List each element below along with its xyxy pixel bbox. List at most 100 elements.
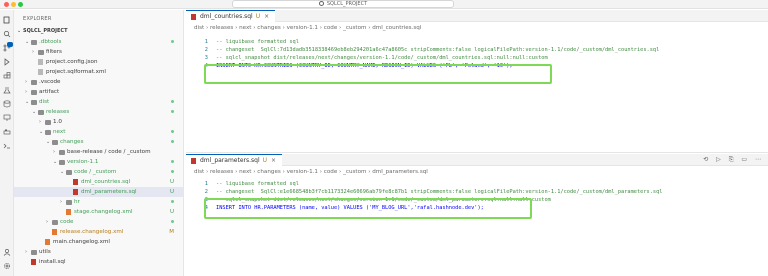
tree-item[interactable]: ⌄ changes: [14, 137, 183, 147]
project-name: SQLCL_PROJECT: [23, 28, 68, 34]
code-text: -- sqlcl_snapshot dist/releases/next/cha…: [216, 55, 548, 61]
tree-item-label: project.config.json: [46, 59, 98, 65]
folder-icon: [45, 130, 51, 135]
account-icon[interactable]: [3, 248, 11, 256]
tree-item[interactable]: release.changelog.xml M: [14, 227, 183, 237]
tree-item[interactable]: › filters: [14, 47, 183, 57]
chevron-down-icon[interactable]: ⌄: [25, 97, 29, 107]
code-line[interactable]: 1 -- liquibase formatted sql: [186, 38, 768, 46]
tree-item-label: utils: [39, 249, 51, 255]
tree-item[interactable]: dml_parameters.sql U: [14, 187, 183, 197]
tree-item[interactable]: dml_countries.sql U: [14, 177, 183, 187]
explorer-sidebar: EXPLORER ⌄ SQLCL_PROJECT ⌄ .dbtools › filte…: [14, 10, 184, 276]
docker-icon[interactable]: [3, 128, 11, 136]
search-icon[interactable]: [3, 30, 11, 38]
code-line[interactable]: 2 -- changeset SqlCl:e1e668548b3f7cb11733…: [186, 188, 768, 196]
window-title: SQLCL_PROJECT: [326, 1, 368, 7]
breadcrumb[interactable]: dist › releases › next › changes › versi…: [194, 169, 428, 175]
tree-item-label: hr: [74, 199, 80, 205]
search-icon: [318, 1, 324, 6]
git-status-badge: M: [169, 229, 174, 235]
tree-item[interactable]: › utils: [14, 247, 183, 257]
test-icon[interactable]: [3, 86, 11, 94]
close-icon[interactable]: ×: [264, 13, 269, 20]
tab-label: dml_parameters.sql: [200, 157, 260, 164]
settings-icon[interactable]: [3, 262, 11, 270]
folder-icon: [31, 100, 37, 105]
git-status-badge: [171, 127, 174, 137]
chevron-down-icon[interactable]: ⌄: [46, 137, 50, 147]
git-status-badge: U: [169, 179, 174, 185]
tree-item[interactable]: install.sql: [14, 257, 183, 267]
git-status-badge: [171, 97, 174, 107]
highlight-box: [204, 198, 532, 219]
close-icon[interactable]: ×: [271, 157, 276, 164]
tree-item[interactable]: project.config.json: [14, 57, 183, 67]
chevron-right-icon[interactable]: ›: [25, 77, 27, 87]
git-status-dot-icon: [171, 170, 174, 173]
tab-dml-countries[interactable]: dml_countries.sql U ×: [186, 10, 276, 22]
maximize-window-icon[interactable]: [18, 2, 23, 7]
tree-item[interactable]: › .vscode: [14, 77, 183, 87]
tree-item[interactable]: › 1.0: [14, 117, 183, 127]
remote-explorer-icon[interactable]: [3, 114, 11, 122]
tree-item[interactable]: project.sqlformat.xml: [14, 67, 183, 77]
minimize-window-icon[interactable]: [11, 2, 16, 7]
code-line[interactable]: 1 -- liquibase formatted sql: [186, 180, 768, 188]
line-number: 3: [204, 55, 208, 61]
tree-item[interactable]: ⌄ dist: [14, 97, 183, 107]
chevron-down-icon[interactable]: ⌄: [53, 157, 57, 167]
tree-item[interactable]: › hr: [14, 197, 183, 207]
chevron-right-icon[interactable]: ›: [32, 47, 34, 57]
project-root[interactable]: ⌄ SQLCL_PROJECT: [14, 27, 183, 35]
chevron-right-icon[interactable]: ›: [39, 117, 41, 127]
folder-icon: [52, 220, 58, 225]
terminal-icon[interactable]: [3, 142, 11, 150]
tree-item-label: 1.0: [53, 119, 62, 125]
tree-item[interactable]: › code: [14, 217, 183, 227]
files-icon[interactable]: [3, 16, 11, 24]
database-icon[interactable]: [3, 100, 11, 108]
tree-item-label: install.sql: [39, 259, 66, 265]
tree-item[interactable]: ⌄ version-1.1: [14, 157, 183, 167]
tree-item-label: code / _custom: [74, 169, 117, 175]
tree-item[interactable]: stage.changelog.xml U: [14, 207, 183, 217]
tree-item[interactable]: main.changelog.xml: [14, 237, 183, 247]
file-icon: [38, 59, 43, 65]
extensions-icon[interactable]: [3, 72, 11, 80]
folder-icon: [31, 90, 37, 95]
tab-dml-parameters[interactable]: dml_parameters.sql U ×: [186, 154, 283, 166]
chevron-down-icon[interactable]: ⌄: [32, 107, 36, 117]
code-line[interactable]: 3 -- sqlcl_snapshot dist/releases/next/ch…: [186, 54, 768, 62]
tree-item[interactable]: › base-release / code / _custom: [14, 147, 183, 157]
chevron-down-icon[interactable]: ⌄: [60, 167, 64, 177]
tree-item[interactable]: ⌄ code / _custom: [14, 167, 183, 177]
git-status-dot-icon: [171, 140, 174, 143]
chevron-right-icon[interactable]: ›: [25, 87, 27, 97]
breadcrumb[interactable]: dist › releases › next › changes › versi…: [194, 25, 421, 31]
tree-item[interactable]: ⌄ next: [14, 127, 183, 137]
git-status-badge: [171, 197, 174, 207]
chevron-down-icon[interactable]: ⌄: [25, 37, 29, 47]
editor-actions[interactable]: ⟲ ▷ ⎘ ▭ ⋯: [703, 156, 764, 164]
run-debug-icon[interactable]: [3, 58, 11, 66]
git-status-badge: [171, 137, 174, 147]
command-center[interactable]: SQLCL_PROJECT: [232, 0, 454, 8]
chevron-right-icon[interactable]: ›: [25, 247, 27, 257]
tree-item-label: version-1.1: [67, 159, 99, 165]
close-window-icon[interactable]: [4, 2, 9, 7]
tree-item[interactable]: › artifact: [14, 87, 183, 97]
chevron-right-icon[interactable]: ›: [60, 197, 62, 207]
git-status-dot-icon: [171, 40, 174, 43]
line-number: 1: [204, 39, 208, 45]
badge-icon: [7, 42, 13, 47]
code-line[interactable]: 2 -- changeset SqlCl:7d13dadb3518338469eb…: [186, 46, 768, 54]
chevron-down-icon: ⌄: [17, 28, 22, 34]
tree-item[interactable]: ⌄ .dbtools: [14, 37, 183, 47]
tree-item[interactable]: ⌄ releases: [14, 107, 183, 117]
line-number: 1: [204, 181, 208, 187]
chevron-right-icon[interactable]: ›: [53, 147, 55, 157]
chevron-down-icon[interactable]: ⌄: [39, 127, 43, 137]
chevron-right-icon[interactable]: ›: [46, 217, 48, 227]
xml-file-icon: [52, 229, 57, 235]
